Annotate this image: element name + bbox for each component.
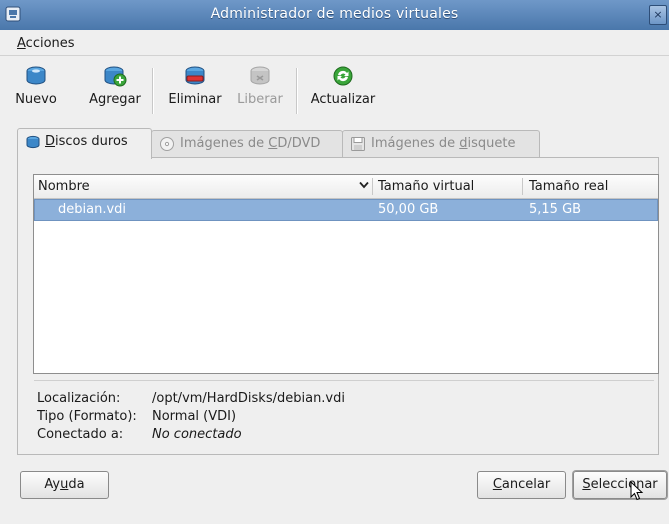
disk-real-size: 5,15 GB — [529, 202, 582, 217]
media-type-tabs: Discos duros Imágenes de CD/DVD Imágenes… — [17, 128, 657, 159]
disk-name: debian.vdi — [58, 202, 127, 217]
refresh-icon — [333, 66, 353, 86]
disk-details: Localización: /opt/vm/HardDisks/debian.v… — [34, 380, 654, 449]
disk-list[interactable]: Nombre Tamaño virtual Tamaño real debian… — [33, 174, 659, 374]
column-divider — [522, 178, 523, 195]
location-value: /opt/vm/HardDisks/debian.vdi — [152, 391, 345, 406]
close-icon: × — [653, 8, 663, 21]
attached-label: Conectado a: — [37, 427, 124, 442]
attached-value: No conectado — [152, 427, 242, 442]
title-bar: Administrador de medios virtuales × — [0, 0, 669, 30]
disk-virtual-size: 50,00 GB — [378, 202, 439, 217]
column-header-real-size[interactable]: Tamaño real — [529, 179, 608, 194]
type-label: Tipo (Formato): — [37, 409, 137, 424]
menu-bar: Acciones — [0, 30, 669, 56]
select-button[interactable]: Seleccionar — [573, 471, 667, 499]
remove-disk-button[interactable]: Eliminar — [165, 64, 225, 107]
floppy-icon — [351, 137, 365, 151]
type-value: Normal (VDI) — [152, 409, 237, 424]
add-disk-icon — [104, 66, 127, 87]
release-disk-icon — [250, 66, 270, 85]
tab-hard-disks[interactable]: Discos duros — [17, 128, 152, 159]
sort-descending-icon — [359, 181, 369, 189]
tab-floppy-images[interactable]: Imágenes de disquete — [342, 130, 540, 157]
toolbar-separator — [296, 68, 298, 114]
table-row[interactable]: debian.vdi 50,00 GB 5,15 GB — [34, 199, 658, 221]
menu-acciones[interactable]: Acciones — [17, 36, 75, 51]
help-button[interactable]: Ayuda — [20, 471, 109, 499]
tab-cd-dvd-images[interactable]: Imágenes de CD/DVD — [151, 130, 343, 157]
cd-dvd-icon — [160, 137, 174, 151]
hard-disk-icon — [26, 135, 40, 149]
window-title: Administrador de medios virtuales — [210, 6, 459, 22]
toolbar: Nuevo Agregar Eliminar Liberar Actualiza… — [0, 56, 669, 122]
new-disk-icon — [26, 66, 46, 85]
mouse-pointer-icon — [630, 481, 644, 501]
refresh-button[interactable]: Actualizar — [308, 64, 378, 107]
column-header-virtual-size[interactable]: Tamaño virtual — [378, 179, 474, 194]
column-divider — [372, 178, 373, 195]
tab-panel: Nombre Tamaño virtual Tamaño real debian… — [17, 157, 659, 455]
release-disk-button[interactable]: Liberar — [234, 64, 286, 107]
toolbar-separator — [152, 68, 154, 114]
cancel-button[interactable]: Cancelar — [477, 471, 566, 499]
new-disk-button[interactable]: Nuevo — [14, 64, 58, 107]
list-header: Nombre Tamaño virtual Tamaño real — [34, 175, 658, 199]
remove-disk-icon — [185, 66, 205, 85]
location-label: Localización: — [37, 391, 121, 406]
column-header-name[interactable]: Nombre — [38, 179, 90, 194]
close-window-button[interactable]: × — [649, 5, 667, 25]
add-disk-button[interactable]: Agregar — [85, 64, 145, 107]
